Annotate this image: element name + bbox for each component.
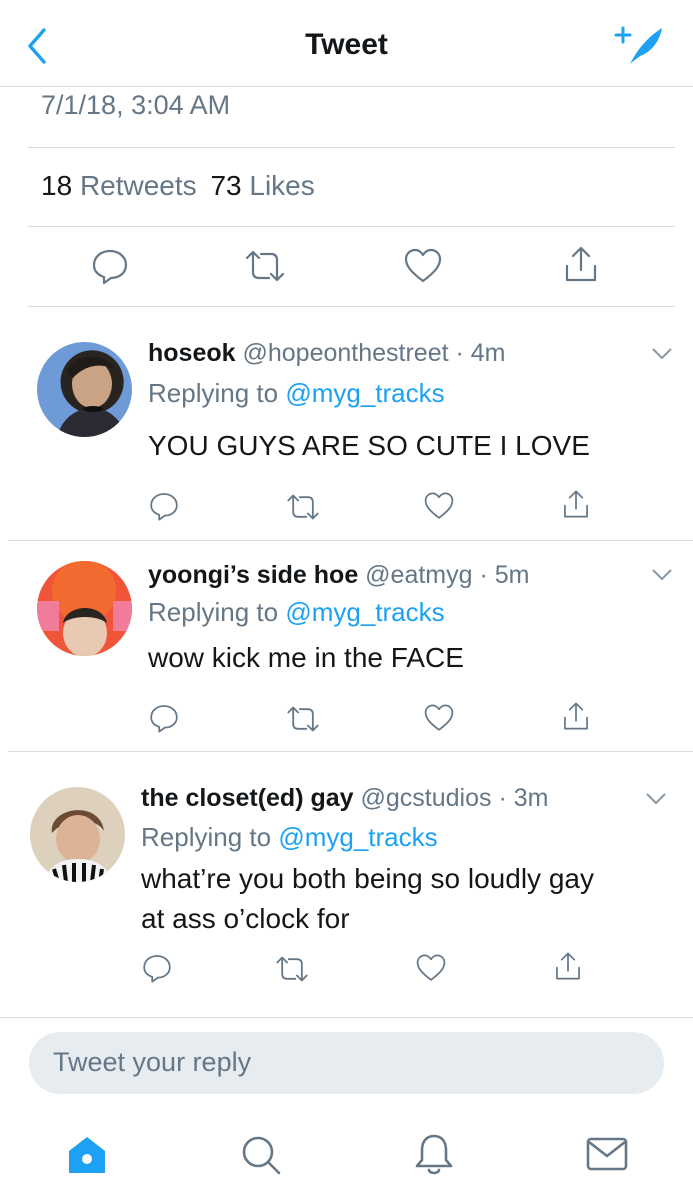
search-icon (242, 1136, 281, 1175)
reply-button[interactable] (90, 246, 130, 291)
reply-tweet[interactable]: hoseok @hopeonthestreet · 4m Replying to… (0, 307, 693, 540)
tweet-stats: 18 Retweets 73 Likes (41, 170, 315, 202)
like-button[interactable] (415, 953, 447, 988)
tab-notifications[interactable] (414, 1132, 454, 1181)
reply-icon (92, 249, 128, 285)
divider (0, 1017, 693, 1018)
reply-input-placeholder: Tweet your reply (53, 1047, 252, 1077)
avatar[interactable] (37, 342, 132, 437)
messages-envelope-icon (586, 1137, 628, 1171)
reply-text: wow kick me in the FACE (148, 642, 464, 673)
share-button[interactable] (561, 700, 591, 737)
handle-and-time: @gcstudios · 3m (360, 784, 549, 812)
notifications-bell-icon (415, 1134, 453, 1175)
more-options-button[interactable] (645, 792, 667, 811)
heart-icon (404, 248, 442, 283)
avatar-photo (37, 561, 132, 656)
reply-text: what’re you both being so loudly gay at … (141, 863, 594, 934)
compose-tweet-button[interactable] (612, 22, 668, 70)
top-nav-bar: Tweet (0, 0, 693, 87)
display-name[interactable]: hoseok (148, 339, 236, 367)
retweet-icon (245, 250, 285, 282)
share-icon (564, 702, 588, 730)
share-icon (556, 952, 580, 980)
avatar[interactable] (30, 787, 125, 882)
tweet-reply-input[interactable]: Tweet your reply (29, 1032, 664, 1094)
reply-icon (143, 955, 171, 983)
mention-link[interactable]: @myg_tracks (285, 597, 444, 627)
replying-to: Replying to @myg_tracks (141, 822, 438, 852)
reply-text: YOU GUYS ARE SO CUTE I LOVE (148, 430, 590, 461)
page-title: Tweet (305, 28, 388, 61)
share-button[interactable] (562, 244, 600, 289)
likes-link[interactable]: Likes (249, 170, 314, 201)
display-name[interactable]: yoongi’s side hoe (148, 561, 358, 589)
retweet-icon (276, 956, 308, 982)
reply-button[interactable] (148, 702, 180, 739)
retweet-button[interactable] (285, 492, 321, 527)
share-button[interactable] (561, 488, 591, 525)
avatar-photo (44, 810, 112, 882)
chevron-down-icon (646, 793, 666, 805)
handle-and-time: @hopeonthestreet · 4m (242, 339, 506, 367)
tweet-timestamp: 7/1/18, 3:04 AM (41, 90, 231, 120)
tab-search[interactable] (240, 1134, 282, 1181)
like-button[interactable] (403, 247, 443, 290)
handle-and-time: @eatmyg · 5m (365, 561, 530, 589)
retweet-icon (287, 494, 319, 520)
reply-icon (150, 705, 178, 733)
retweet-button[interactable] (274, 954, 310, 989)
replying-to: Replying to @myg_tracks (148, 378, 445, 408)
compose-feather-icon (614, 26, 662, 64)
retweet-icon (287, 706, 319, 732)
reply-icon (150, 493, 178, 521)
reply-tweet[interactable]: the closet(ed) gay @gcstudios · 3m Reply… (0, 752, 693, 1017)
reply-author: the closet(ed) gay @gcstudios · 3m (141, 784, 548, 813)
retweet-button[interactable] (243, 248, 287, 289)
divider (28, 226, 675, 227)
heart-icon (424, 492, 454, 519)
retweets-link[interactable]: Retweets (80, 170, 197, 201)
more-options-button[interactable] (651, 568, 673, 587)
share-button[interactable] (553, 950, 583, 987)
tab-messages[interactable] (586, 1136, 628, 1177)
like-count: 73 (210, 170, 242, 201)
retweet-count: 18 (41, 170, 73, 201)
reply-button[interactable] (148, 490, 180, 527)
like-button[interactable] (423, 703, 455, 738)
reply-author: hoseok @hopeonthestreet · 4m (148, 339, 506, 368)
heart-icon (416, 954, 446, 981)
more-options-button[interactable] (651, 347, 673, 366)
share-icon (565, 246, 597, 282)
reply-button[interactable] (141, 952, 173, 989)
bottom-tab-bar (0, 1112, 693, 1200)
chevron-down-icon (652, 569, 672, 581)
mention-link[interactable]: @myg_tracks (278, 822, 437, 852)
share-icon (564, 490, 588, 518)
chevron-down-icon (652, 348, 672, 360)
reply-tweet[interactable]: yoongi’s side hoe @eatmyg · 5m Replying … (0, 541, 693, 751)
avatar-photo (57, 356, 127, 437)
mention-link[interactable]: @myg_tracks (285, 378, 444, 408)
replying-to: Replying to @myg_tracks (148, 597, 445, 627)
tab-home[interactable] (66, 1134, 108, 1181)
home-icon (69, 1137, 105, 1173)
display-name[interactable]: the closet(ed) gay (141, 784, 354, 812)
like-button[interactable] (423, 491, 455, 526)
heart-icon (424, 704, 454, 731)
reply-author: yoongi’s side hoe @eatmyg · 5m (148, 561, 529, 590)
avatar[interactable] (37, 561, 132, 656)
divider (28, 147, 675, 148)
retweet-button[interactable] (285, 704, 321, 739)
